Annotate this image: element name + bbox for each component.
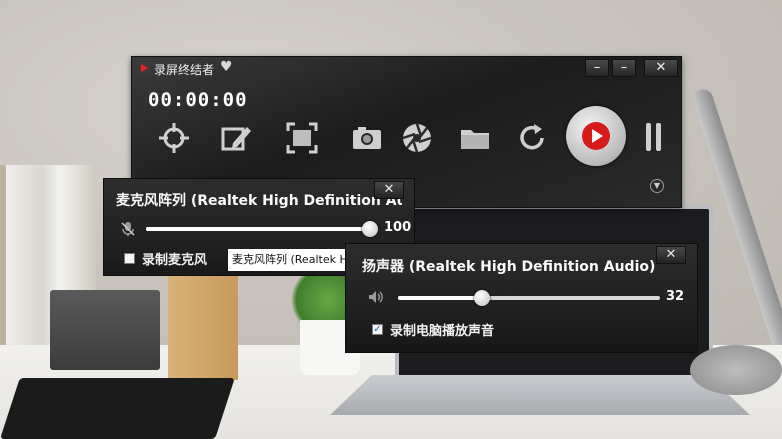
record-speaker-label[interactable]: 录制电脑播放声音	[390, 320, 494, 339]
title-bar[interactable]: 录屏终结者 ♥ – – ✕	[132, 57, 681, 81]
microphone-panel-close-button[interactable]: ✕	[374, 181, 404, 199]
microphone-volume-slider[interactable]	[146, 221, 378, 237]
microphone-volume-value: 100	[384, 220, 412, 235]
minimize-to-tray-button[interactable]: –	[585, 59, 609, 77]
heart-icon[interactable]: ♥	[220, 59, 233, 75]
record-microphone-label[interactable]: 录制麦克风	[142, 249, 207, 268]
refresh-icon[interactable]	[512, 120, 552, 156]
microphone-muted-icon[interactable]	[120, 221, 136, 237]
app-logo-icon	[138, 62, 150, 74]
microphone-volume-fill	[146, 227, 370, 231]
speaker-volume-icon[interactable]	[368, 289, 384, 305]
laptop-base	[330, 375, 750, 415]
region-icon[interactable]	[282, 120, 322, 156]
record-icon	[582, 122, 610, 150]
aperture-icon[interactable]	[397, 120, 437, 156]
wood-block	[168, 270, 238, 380]
desk-tray	[50, 290, 160, 370]
microphone-device-title: 麦克风阵列 (Realtek High Definition Au	[116, 193, 402, 209]
chevron-down-icon[interactable]: ▼	[650, 179, 664, 193]
close-button[interactable]: ✕	[644, 59, 678, 77]
target-icon[interactable]	[154, 120, 194, 156]
app-title: 录屏终结者	[154, 63, 215, 77]
minimize-button[interactable]: –	[612, 59, 636, 77]
speaker-volume-slider[interactable]	[398, 290, 660, 306]
microphone-volume-knob[interactable]	[362, 221, 378, 237]
tablet	[0, 378, 235, 439]
speaker-panel-close-button[interactable]: ✕	[656, 246, 686, 264]
folder-icon[interactable]	[455, 120, 495, 156]
record-speaker-checkbox[interactable]: ✓	[372, 324, 383, 335]
record-microphone-checkbox[interactable]	[124, 253, 135, 264]
recording-timer: 00:00:00	[148, 89, 248, 111]
edit-icon[interactable]	[216, 120, 256, 156]
speaker-device-title: 扬声器 (Realtek High Definition Audio)	[362, 259, 656, 275]
speaker-volume-knob[interactable]	[474, 290, 490, 306]
record-button[interactable]	[566, 106, 626, 166]
speaker-volume-fill	[398, 296, 482, 300]
lamp-base	[690, 345, 782, 395]
pause-button[interactable]	[645, 123, 663, 151]
speaker-volume-value: 32	[666, 289, 685, 304]
speaker-panel: 扬声器 (Realtek High Definition Audio) ✕ 32…	[345, 243, 698, 353]
camera-icon[interactable]	[347, 120, 387, 156]
